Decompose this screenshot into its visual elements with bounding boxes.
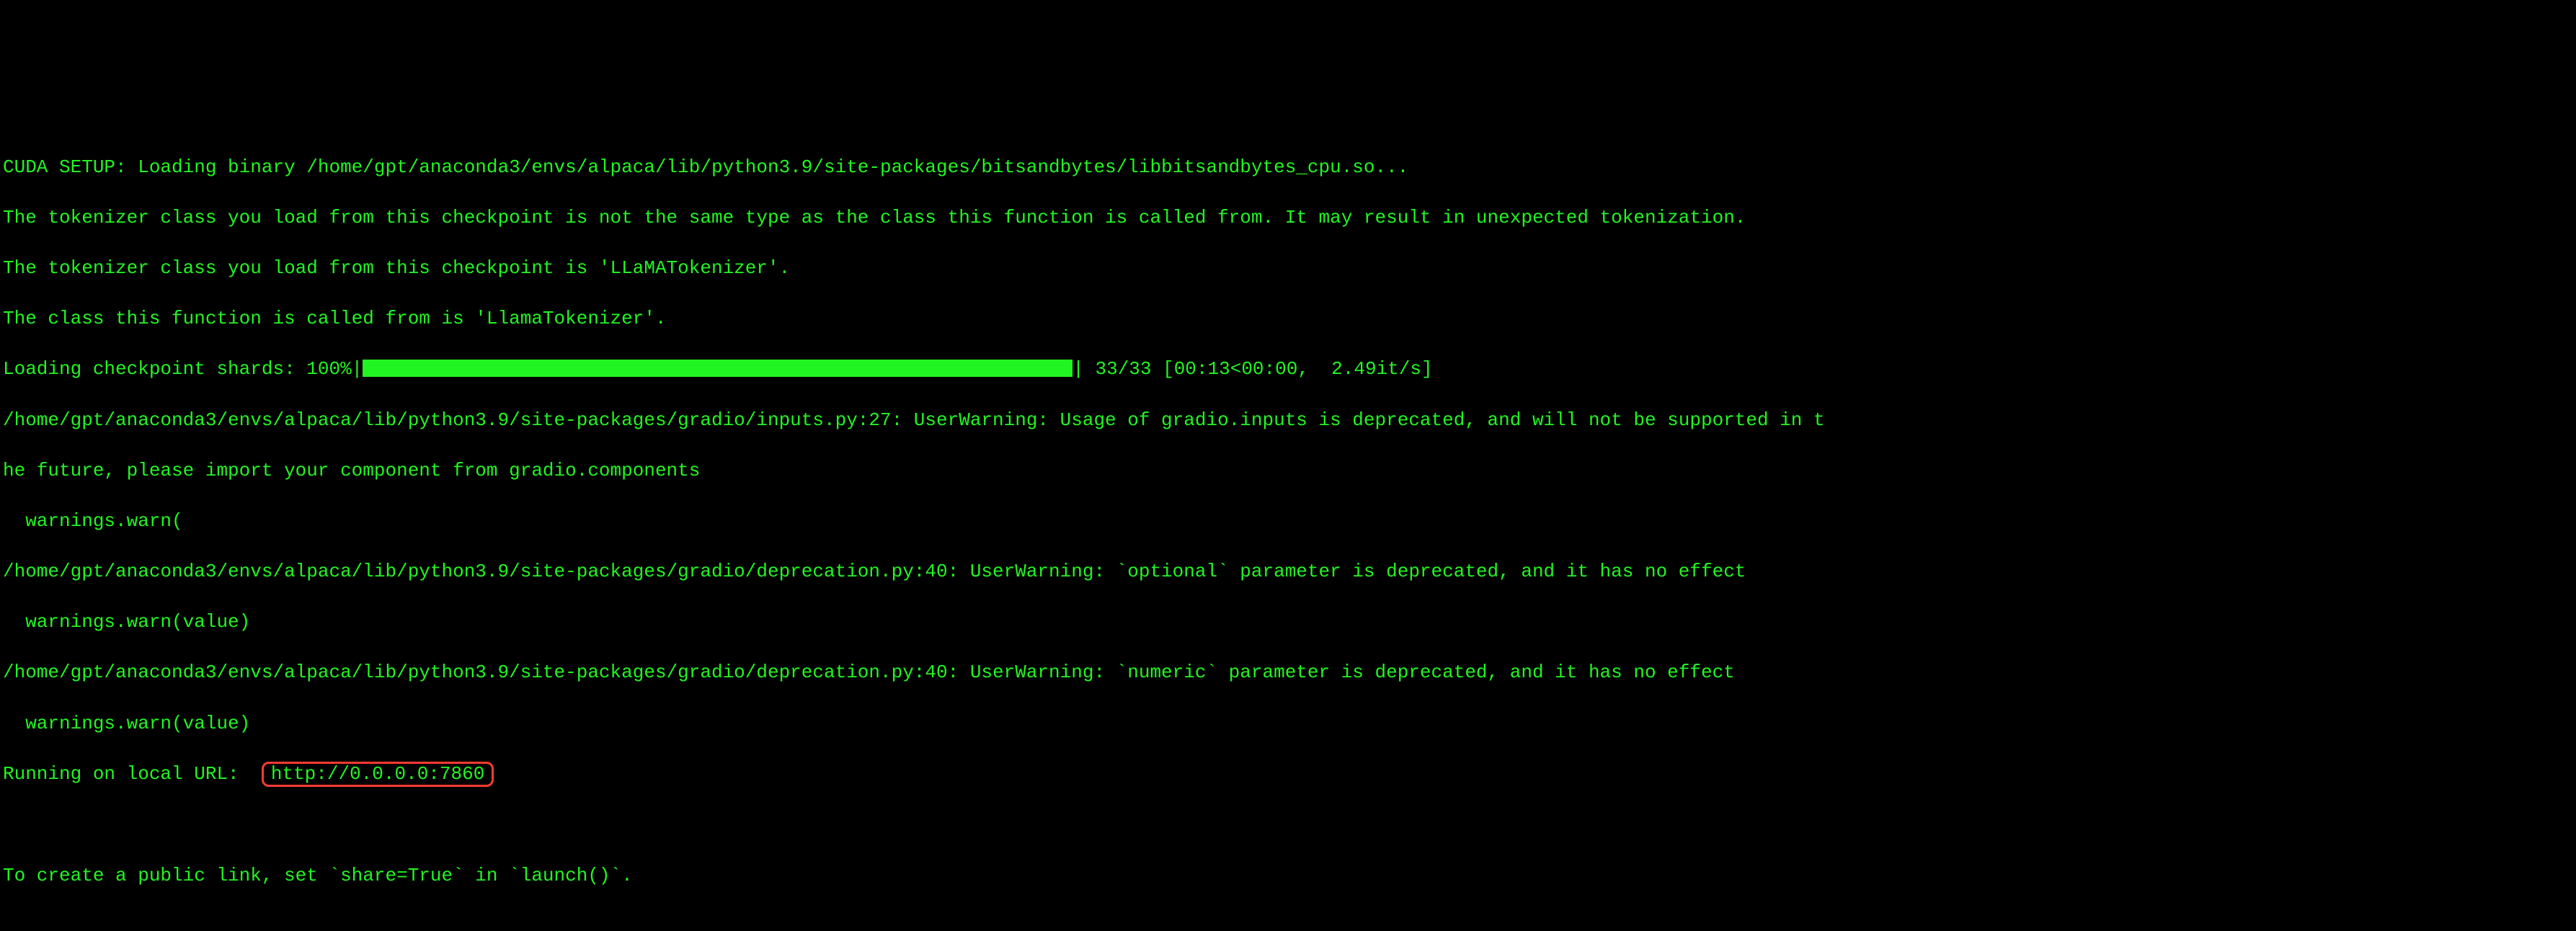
- share-hint: To create a public link, set `share=True…: [3, 863, 2573, 888]
- log-line: /home/gpt/anaconda3/envs/alpaca/lib/pyth…: [3, 559, 2573, 584]
- progress-label: Loading checkpoint shards: 100%|: [3, 358, 363, 380]
- log-line: warnings.warn(value): [3, 711, 2573, 736]
- url-prefix: Running on local URL:: [3, 763, 262, 785]
- log-line: warnings.warn(value): [3, 610, 2573, 635]
- terminal-output: CUDA SETUP: Loading binary /home/gpt/ana…: [0, 126, 2576, 913]
- log-line: warnings.warn(: [3, 509, 2573, 534]
- blank-line: [3, 813, 2573, 838]
- progress-line: Loading checkpoint shards: 100%| | 33/33 …: [3, 357, 2573, 382]
- local-url[interactable]: http://0.0.0.0:7860: [262, 762, 494, 788]
- log-line: he future, please import your component …: [3, 458, 2573, 484]
- log-line: The tokenizer class you load from this c…: [3, 205, 2573, 231]
- url-line: Running on local URL: http://0.0.0.0:786…: [3, 762, 2573, 788]
- log-line: The tokenizer class you load from this c…: [3, 256, 2573, 281]
- log-line: /home/gpt/anaconda3/envs/alpaca/lib/pyth…: [3, 408, 2573, 433]
- progress-stats: | 33/33 [00:13<00:00, 2.49it/s]: [1072, 358, 1432, 380]
- progress-bar: [363, 360, 1072, 376]
- log-line: CUDA SETUP: Loading binary /home/gpt/ana…: [3, 155, 2573, 180]
- log-line: /home/gpt/anaconda3/envs/alpaca/lib/pyth…: [3, 660, 2573, 685]
- log-line: The class this function is called from i…: [3, 306, 2573, 331]
